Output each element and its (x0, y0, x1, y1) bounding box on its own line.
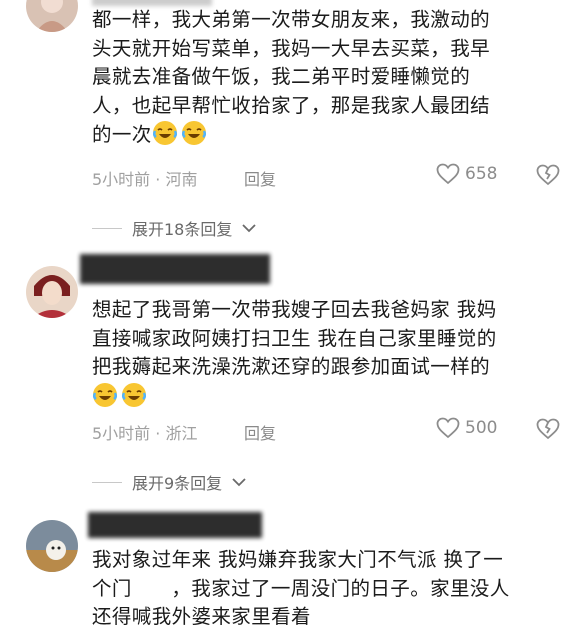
laughing-crying-emoji (122, 382, 146, 407)
comment-text: 都一样，我大弟第一次带女朋友来，我激动的 头天就开始写菜单，我妈一大早去买菜，我… (92, 8, 491, 146)
expand-replies-label: 展开18条回复 (132, 220, 233, 239)
dislike-button[interactable] (536, 418, 560, 444)
expand-replies-button[interactable]: 展开18条回复 (92, 216, 257, 240)
laughing-crying-emoji (152, 121, 177, 145)
chevron-down-icon (232, 478, 246, 487)
like-count: 500 (465, 418, 498, 438)
like-button[interactable]: 658 (436, 163, 497, 185)
expand-replies-button[interactable]: 展开9条回复 (92, 470, 246, 494)
avatar[interactable] (26, 0, 78, 32)
reply-button[interactable]: 回复 (244, 166, 276, 190)
like-count: 658 (465, 164, 498, 184)
comment-time-location: 5小时前 · 河南 (92, 170, 198, 189)
heart-icon (436, 163, 460, 185)
chevron-down-icon (242, 224, 257, 233)
avatar[interactable] (26, 520, 78, 572)
broken-heart-icon (536, 164, 560, 186)
heart-icon (436, 417, 460, 439)
broken-heart-icon (536, 418, 560, 440)
comment-text: 我对象过年来 我妈嫌弃我家大门不气派 换了一 个门 ，我家过了一周没门的日子。家… (92, 548, 510, 628)
redacted-username (80, 254, 270, 284)
avatar[interactable] (26, 266, 78, 318)
like-button[interactable]: 500 (436, 417, 497, 439)
redacted-username (88, 512, 262, 538)
laughing-crying-emoji (181, 121, 206, 145)
dislike-button[interactable] (536, 164, 560, 190)
reply-button[interactable]: 回复 (244, 420, 276, 444)
expand-replies-label: 展开9条回复 (132, 474, 223, 493)
divider (92, 481, 122, 483)
laughing-crying-emoji (93, 382, 117, 407)
divider (92, 227, 122, 229)
comment-text: 想起了我哥第一次带我嫂子回去我爸妈家 我妈 直接喊家政阿姨打扫卫生 我在自己家里… (92, 296, 562, 411)
comment-time-location: 5小时前 · 浙江 (92, 424, 198, 443)
